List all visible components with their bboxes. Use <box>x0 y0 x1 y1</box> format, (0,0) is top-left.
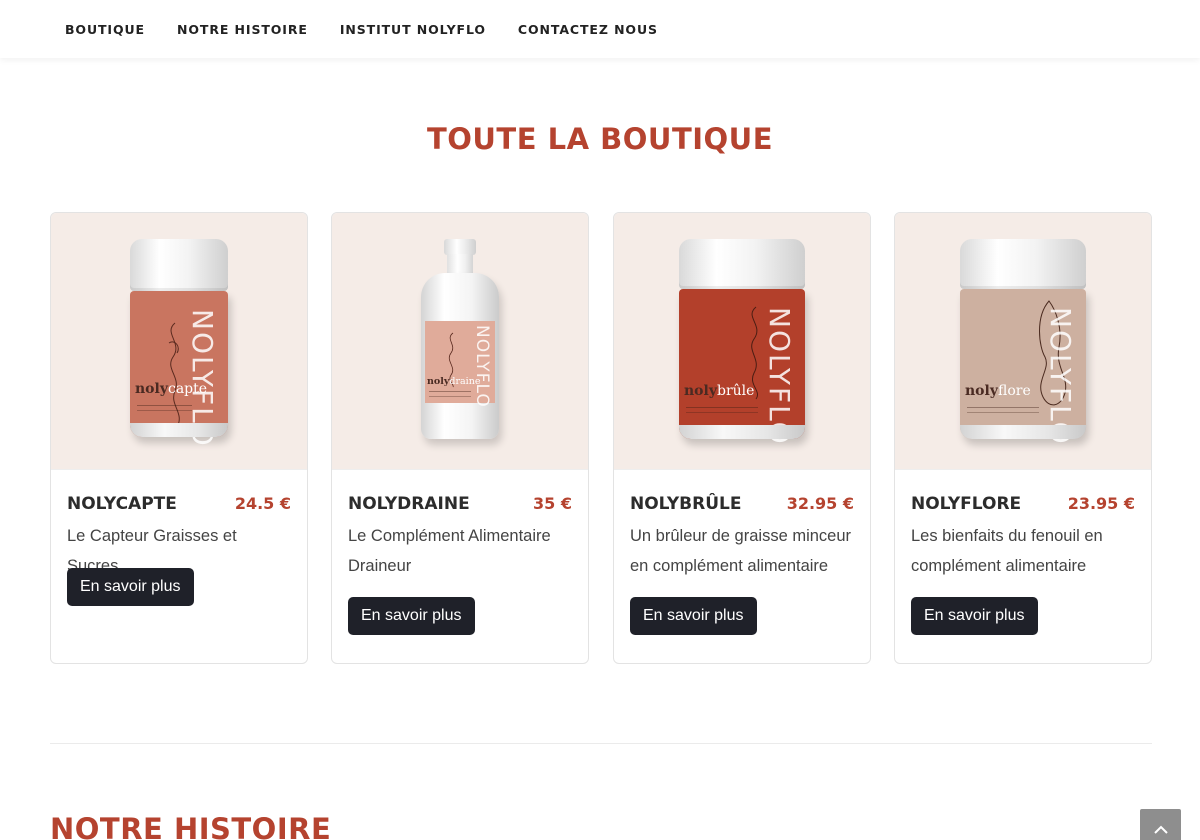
product-card-nolydraine: NOLYFLO nolydraine NOLYDRAINE 35 € Le Co… <box>331 212 589 664</box>
learn-more-button[interactable]: En savoir plus <box>911 597 1038 635</box>
product-name[interactable]: NOLYBRÛLE <box>630 494 741 514</box>
chevron-up-icon <box>1153 825 1168 834</box>
nav-link-notre-histoire[interactable]: NOTRE HISTOIRE <box>177 22 308 37</box>
product-price: 23.95 € <box>1067 494 1135 513</box>
section-divider <box>50 743 1152 744</box>
product-price: 32.95 € <box>786 494 854 513</box>
product-card-nolycapte: NOLYFLO nolycapte NOLYCAPTE 24.5 € Le Ca… <box>50 212 308 664</box>
product-price: 35 € <box>533 494 572 513</box>
top-navbar: BOUTIQUE NOTRE HISTOIRE INSTITUT NOLYFLO… <box>0 0 1200 58</box>
jar-product-name: nolycapte <box>135 381 208 397</box>
nav-link-institut-nolyflo[interactable]: INSTITUT NOLYFLO <box>340 22 486 37</box>
brand-wordmark: NOLYFLO <box>472 325 492 408</box>
product-description: Le Complément Alimentaire Draineur <box>348 527 551 575</box>
jar-product-name: nolyflore <box>965 383 1031 399</box>
nav-link-contactez-nous[interactable]: CONTACTEZ NOUS <box>518 22 658 37</box>
product-price: 24.5 € <box>234 494 291 513</box>
product-card-nolyflore: NOLYFLO nolyflore NOLYFLORE 23.95 € Les … <box>894 212 1152 664</box>
scroll-to-top-button[interactable] <box>1140 809 1181 840</box>
learn-more-button[interactable]: En savoir plus <box>630 597 757 635</box>
nav-link-boutique[interactable]: BOUTIQUE <box>65 22 145 37</box>
jar-product-name: nolybrûle <box>684 383 755 399</box>
learn-more-button[interactable]: En savoir plus <box>67 567 194 606</box>
product-description: Le Capteur Graisses et Sucres <box>67 527 237 575</box>
product-image[interactable]: NOLYFLO nolydraine <box>332 213 588 470</box>
product-description: Les bienfaits du fenouil en complément a… <box>911 527 1103 575</box>
product-name[interactable]: NOLYFLORE <box>911 494 1021 514</box>
learn-more-button[interactable]: En savoir plus <box>348 597 475 635</box>
product-description: Un brûleur de graisse minceur en complém… <box>630 527 852 575</box>
product-name[interactable]: NOLYCAPTE <box>67 494 177 514</box>
product-jar: NOLYFLO nolycapte <box>130 239 228 448</box>
product-image[interactable]: NOLYFLO nolycapte <box>51 213 307 470</box>
product-jar: NOLYFLO nolybrûle <box>679 239 805 446</box>
product-image[interactable]: NOLYFLO nolybrûle <box>614 213 870 470</box>
history-section-title: NOTRE HISTOIRE <box>50 812 332 840</box>
product-jar: NOLYFLO nolyflore <box>960 239 1086 446</box>
product-card-nolybrule: NOLYFLO nolybrûle NOLYBRÛLE 32.95 € Un b… <box>613 212 871 664</box>
shop-section-title: TOUTE LA BOUTIQUE <box>426 122 774 156</box>
product-name[interactable]: NOLYDRAINE <box>348 494 470 514</box>
bottle-product-name: nolydraine <box>427 376 481 387</box>
product-bottle: NOLYFLO nolydraine <box>421 239 499 439</box>
product-image[interactable]: NOLYFLO nolyflore <box>895 213 1151 470</box>
